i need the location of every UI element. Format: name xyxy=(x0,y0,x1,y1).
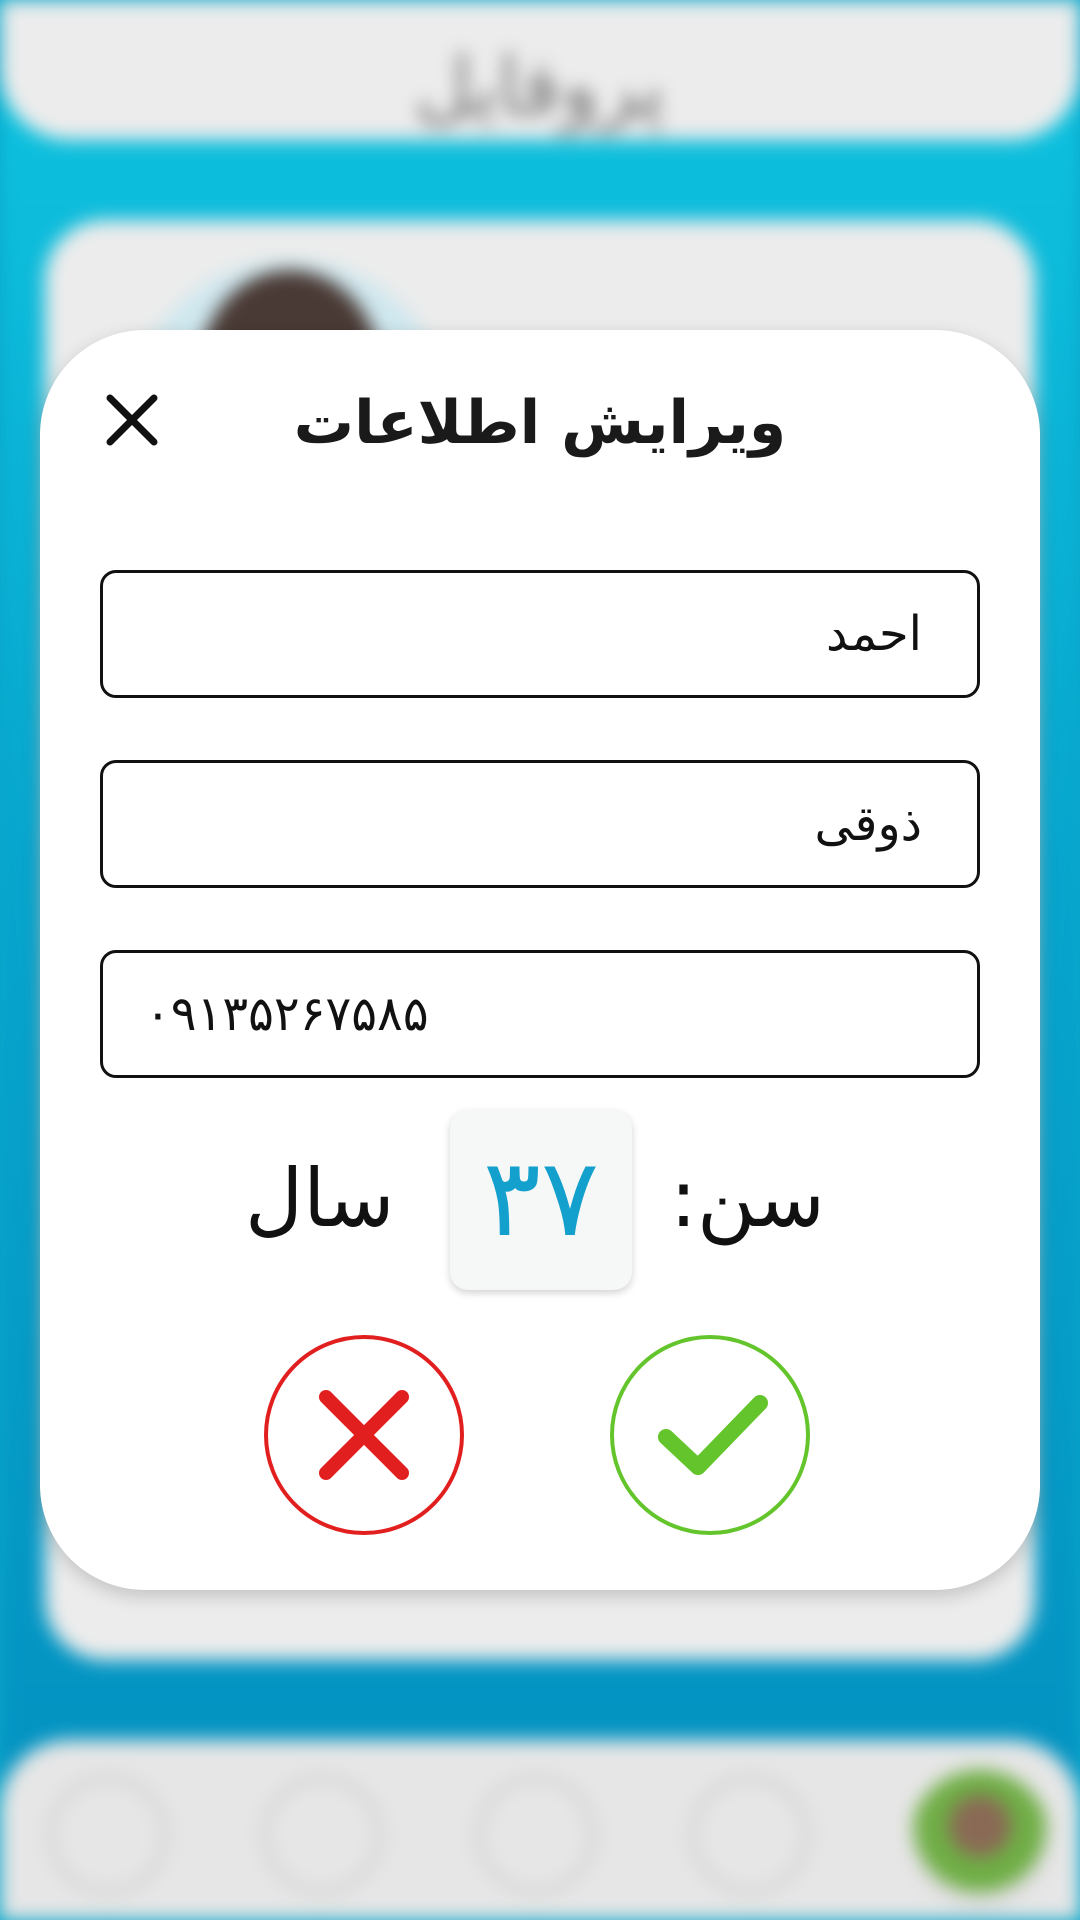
age-label: سن: xyxy=(670,1152,825,1245)
first-name-value: احمد xyxy=(826,606,922,662)
background-nav-icon xyxy=(262,1775,382,1895)
background-header-title: پروفایل xyxy=(414,40,666,133)
close-icon xyxy=(319,1390,409,1480)
background-nav-icon xyxy=(48,1775,168,1895)
last-name-value: ذوقی xyxy=(814,796,922,852)
check-icon xyxy=(658,1395,768,1475)
age-picker[interactable]: ۳۷ xyxy=(450,1110,632,1290)
edit-info-dialog: ویرایش اطلاعات احمد ذوقی ۰۹۱۳۵۲۶۷۵۸۵ سن:… xyxy=(40,330,1040,1590)
first-name-field[interactable]: احمد xyxy=(100,570,980,698)
confirm-button[interactable] xyxy=(610,1335,810,1535)
cancel-button[interactable] xyxy=(264,1335,464,1535)
phone-field[interactable]: ۰۹۱۳۵۲۶۷۵۸۵ xyxy=(100,950,980,1078)
background-header: پروفایل xyxy=(0,0,1080,140)
age-row: سن: ۳۷ سال xyxy=(40,1110,1040,1310)
dialog-title: ویرایش اطلاعات xyxy=(293,388,787,458)
age-value: ۳۷ xyxy=(482,1136,599,1261)
phone-value: ۰۹۱۳۵۲۶۷۵۸۵ xyxy=(145,986,429,1042)
last-name-field[interactable]: ذوقی xyxy=(100,760,980,888)
background-nav-icon xyxy=(690,1775,810,1895)
age-unit-label: سال xyxy=(245,1152,395,1245)
background-nav-avatar xyxy=(910,1770,1050,1910)
background-nav-icon xyxy=(476,1775,596,1895)
